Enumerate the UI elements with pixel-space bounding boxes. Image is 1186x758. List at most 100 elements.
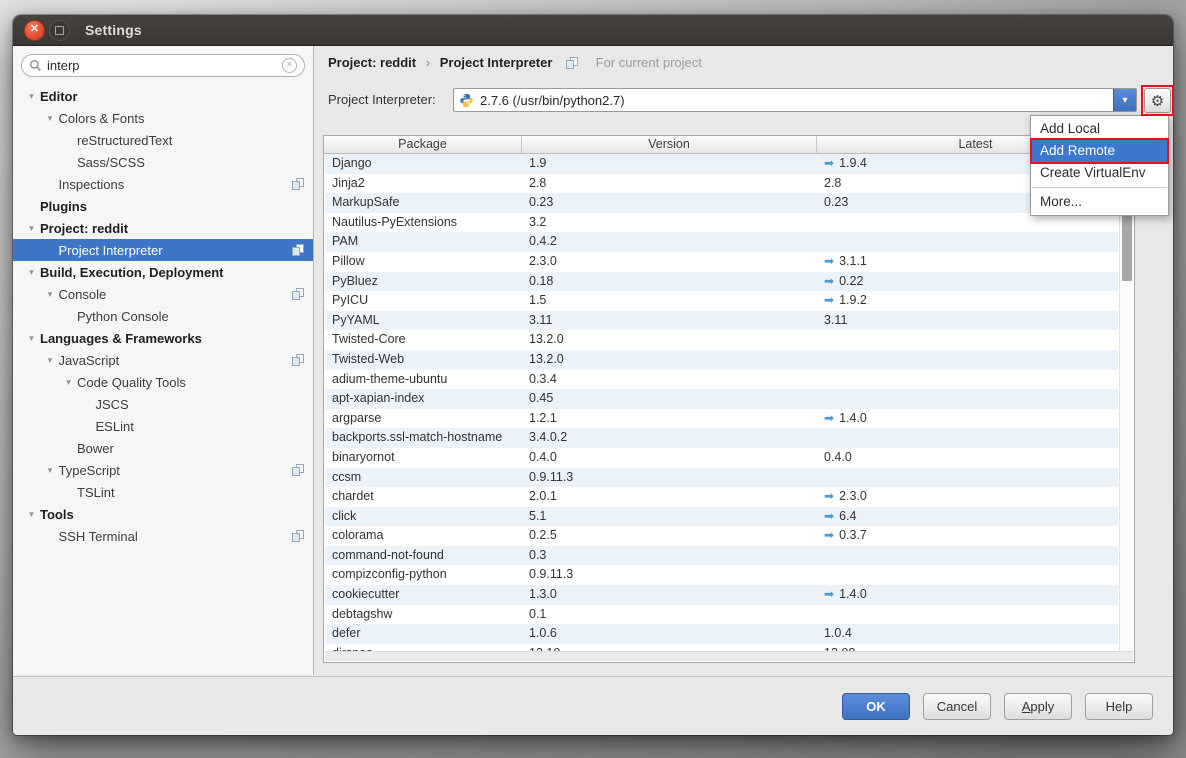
column-header-version[interactable]: Version (522, 136, 817, 153)
sidebar-item-label: Languages & Frameworks (40, 331, 202, 346)
sidebar-item-ssh-terminal[interactable]: SSH Terminal (13, 525, 313, 547)
package-row-twisted-web[interactable]: Twisted-Web13.2.0 (325, 350, 1118, 370)
horizontal-scrollbar-track[interactable] (325, 651, 1133, 661)
tree-expand-arrow-icon[interactable]: ▾ (23, 91, 40, 102)
sidebar-item-languages-frameworks[interactable]: ▾Languages & Frameworks (13, 327, 313, 349)
sidebar-item-jscs[interactable]: JSCS (13, 393, 313, 415)
sidebar-item-console[interactable]: ▾Console (13, 283, 313, 305)
menu-item-add-remote[interactable]: Add Remote (1031, 140, 1168, 162)
window-close-button[interactable]: ✕ (24, 20, 45, 41)
latest-cell: ➡0.3.7 (817, 526, 1118, 546)
package-row-argparse[interactable]: argparse1.2.1➡1.4.0 (325, 409, 1118, 429)
version-cell: 1.2.1 (522, 409, 817, 429)
interpreter-select[interactable]: 2.7.6 (/usr/bin/python2.7) ▾ (453, 88, 1137, 112)
cancel-button[interactable]: Cancel (923, 693, 991, 720)
sidebar-item-tslint[interactable]: TSLint (13, 481, 313, 503)
package-row-pillow[interactable]: Pillow2.3.0➡3.1.1 (325, 252, 1118, 272)
tree-expand-arrow-icon[interactable]: ▾ (23, 333, 40, 344)
package-name-cell: command-not-found (325, 546, 522, 566)
package-row-apt-xapian-index[interactable]: apt-xapian-index0.45 (325, 389, 1118, 409)
package-row-binaryornot[interactable]: binaryornot0.4.00.4.0 (325, 448, 1118, 468)
sidebar-item-label: Inspections (59, 177, 125, 192)
tree-expand-arrow-icon[interactable]: ▾ (42, 465, 59, 476)
menu-item-add-local[interactable]: Add Local (1031, 118, 1168, 140)
breadcrumb-project[interactable]: Project: reddit (328, 55, 416, 70)
version-cell: 3.2 (522, 213, 817, 233)
package-row-command-not-found[interactable]: command-not-found0.3 (325, 546, 1118, 566)
package-row-debtagshw[interactable]: debtagshw0.1 (325, 605, 1118, 625)
help-button[interactable]: Help (1085, 693, 1153, 720)
tree-expand-arrow-icon[interactable]: ▾ (23, 223, 40, 234)
version-cell: 0.23 (522, 193, 817, 213)
package-row-chardet[interactable]: chardet2.0.1➡2.3.0 (325, 487, 1118, 507)
breadcrumb: Project: reddit › Project Interpreter Fo… (328, 46, 702, 80)
tree-expand-arrow-icon[interactable]: ▾ (42, 355, 59, 366)
sidebar-item-label: JSCS (96, 397, 129, 412)
package-row-pyicu[interactable]: PyICU1.5➡1.9.2 (325, 291, 1118, 311)
gear-button[interactable]: ⚙ (1144, 88, 1171, 113)
maximize-icon (55, 26, 64, 35)
version-cell: 0.4.0 (522, 448, 817, 468)
sidebar-item-code-quality-tools[interactable]: ▾Code Quality Tools (13, 371, 313, 393)
sidebar-item-javascript[interactable]: ▾JavaScript (13, 349, 313, 371)
sidebar-item-typescript[interactable]: ▾TypeScript (13, 459, 313, 481)
sidebar-item-sass-scss[interactable]: Sass/SCSS (13, 151, 313, 173)
sidebar-item-build-execution-deployment[interactable]: ▾Build, Execution, Deployment (13, 261, 313, 283)
package-row-jinja2[interactable]: Jinja22.82.8 (325, 174, 1118, 194)
sidebar-item-label: Console (59, 287, 107, 302)
package-row-cookiecutter[interactable]: cookiecutter1.3.0➡1.4.0 (325, 585, 1118, 605)
window-maximize-button[interactable] (49, 20, 70, 41)
sidebar-item-python-console[interactable]: Python Console (13, 305, 313, 327)
column-header-package[interactable]: Package (324, 136, 522, 153)
version-cell: 2.0.1 (522, 487, 817, 507)
breadcrumb-note: For current project (596, 55, 702, 70)
menu-item-more[interactable]: More... (1031, 191, 1168, 213)
sidebar-item-project-reddit[interactable]: ▾Project: reddit (13, 217, 313, 239)
sidebar-item-label: Sass/SCSS (77, 155, 145, 170)
package-row-twisted-core[interactable]: Twisted-Core13.2.0 (325, 330, 1118, 350)
package-row-defer[interactable]: defer1.0.61.0.4 (325, 624, 1118, 644)
sidebar-item-colors-fonts[interactable]: ▾Colors & Fonts (13, 107, 313, 129)
package-row-django[interactable]: Django1.9➡1.9.4 (325, 154, 1118, 174)
ok-button[interactable]: OK (842, 693, 910, 720)
clear-search-icon[interactable]: ✕ (282, 58, 297, 73)
tree-expand-arrow-icon[interactable]: ▾ (23, 267, 40, 278)
package-name-cell: ccsm (325, 468, 522, 488)
package-name-cell: PyICU (325, 291, 522, 311)
sidebar-item-bower[interactable]: Bower (13, 437, 313, 459)
sidebar-item-label: Bower (77, 441, 114, 456)
package-row-pybluez[interactable]: PyBluez0.18➡0.22 (325, 272, 1118, 292)
tree-expand-arrow-icon[interactable]: ▾ (42, 113, 59, 124)
sidebar-item-restructuredtext[interactable]: reStructuredText (13, 129, 313, 151)
menu-item-create-virtualenv[interactable]: Create VirtualEnv (1031, 162, 1168, 184)
package-row-backports-ssl-match-hostname[interactable]: backports.ssl-match-hostname3.4.0.2 (325, 428, 1118, 448)
sidebar-item-eslint[interactable]: ESLint (13, 415, 313, 437)
package-row-pam[interactable]: PAM0.4.2 (325, 232, 1118, 252)
sidebar-item-editor[interactable]: ▾Editor (13, 85, 313, 107)
package-row-click[interactable]: click5.1➡6.4 (325, 507, 1118, 527)
package-row-ccsm[interactable]: ccsm0.9.11.3 (325, 468, 1118, 488)
sidebar-item-inspections[interactable]: Inspections (13, 173, 313, 195)
package-row-adium-theme-ubuntu[interactable]: adium-theme-ubuntu0.3.4 (325, 370, 1118, 390)
sidebar-item-label: Build, Execution, Deployment (40, 265, 223, 280)
package-row-nautilus-pyextensions[interactable]: Nautilus-PyExtensions3.2 (325, 213, 1118, 233)
package-row-pyyaml[interactable]: PyYAML3.113.11 (325, 311, 1118, 331)
copy-settings-icon (292, 244, 304, 256)
sidebar-item-label: Editor (40, 89, 78, 104)
sidebar-item-project-interpreter[interactable]: Project Interpreter (13, 239, 313, 261)
chevron-down-icon[interactable]: ▾ (1113, 89, 1136, 111)
tree-expand-arrow-icon[interactable]: ▾ (60, 377, 77, 388)
package-row-colorama[interactable]: colorama0.2.5➡0.3.7 (325, 526, 1118, 546)
tree-expand-arrow-icon[interactable]: ▾ (42, 289, 59, 300)
sidebar-item-plugins[interactable]: Plugins (13, 195, 313, 217)
settings-search-field[interactable]: ✕ (21, 54, 305, 77)
window-titlebar[interactable]: ✕ Settings (13, 15, 1173, 46)
sidebar-item-tools[interactable]: ▾Tools (13, 503, 313, 525)
search-input[interactable] (47, 58, 282, 73)
tree-expand-arrow-icon[interactable]: ▾ (23, 509, 40, 520)
package-row-markupsafe[interactable]: MarkupSafe0.230.23 (325, 193, 1118, 213)
package-row-compizconfig-python[interactable]: compizconfig-python0.9.11.3 (325, 565, 1118, 585)
apply-button[interactable]: Apply (1004, 693, 1072, 720)
breadcrumb-section: Project Interpreter (440, 55, 553, 70)
latest-cell (817, 428, 1118, 448)
